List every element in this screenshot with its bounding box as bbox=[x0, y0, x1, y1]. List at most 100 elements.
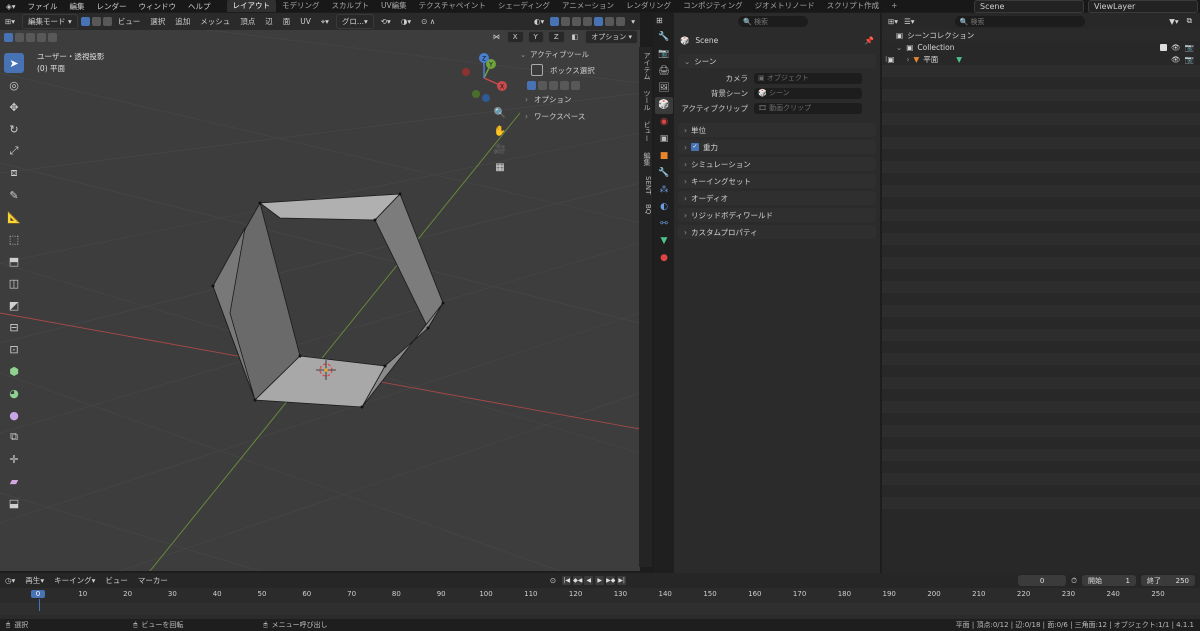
menu-uv[interactable]: UV bbox=[295, 17, 316, 26]
mode-subtract-icon[interactable] bbox=[549, 80, 558, 90]
mirror-x[interactable]: X bbox=[506, 31, 524, 43]
object-row[interactable]: ⁝▣ › ▼ 平面 ▼ 👁 📷 bbox=[882, 53, 1200, 65]
world-props-icon[interactable]: ◉ bbox=[660, 114, 668, 131]
collection-row[interactable]: ⌄ ▣ Collection 👁 📷 bbox=[882, 41, 1200, 53]
collection-render-icon[interactable]: 📷 bbox=[1185, 43, 1194, 52]
scale-tool-icon[interactable]: ⤢ bbox=[4, 141, 24, 161]
units-panel[interactable]: › 単位 bbox=[678, 123, 876, 137]
properties-search[interactable]: 🔍 検索 bbox=[738, 15, 808, 27]
knife-tool-icon[interactable]: ⊡ bbox=[4, 339, 24, 359]
keying-set-panel[interactable]: › キーイングセット bbox=[678, 174, 876, 188]
3d-viewport[interactable]: ⊞▾ 編集モード ▾ ビュー 選択 追加 メッシュ 頂点 辺 面 UV ⌖▾ グ… bbox=[0, 13, 640, 571]
gizmo-toggle-icon[interactable] bbox=[550, 17, 560, 26]
pan-hand-icon[interactable]: ✋ bbox=[493, 123, 507, 141]
scene-collection-row[interactable]: ▣ シーンコレクション bbox=[882, 29, 1200, 41]
npanel-workspace-header[interactable]: › ワークスペース bbox=[520, 108, 640, 125]
axes-icon[interactable]: ⌖▾ bbox=[316, 17, 334, 27]
menu-marker[interactable]: マーカー bbox=[133, 575, 173, 586]
spin-tool-icon[interactable]: ◕ bbox=[4, 383, 24, 403]
physics-props-icon[interactable]: ◐ bbox=[660, 199, 668, 216]
mode-selector[interactable]: 編集モード ▾ bbox=[22, 14, 78, 29]
modifier-props-icon[interactable]: 🔧 bbox=[658, 165, 669, 182]
perspective-grid-icon[interactable]: ▦ bbox=[493, 159, 507, 177]
select-mode-edge-icon[interactable] bbox=[91, 17, 101, 26]
current-frame-field[interactable]: 0 bbox=[1018, 575, 1067, 586]
scene-selector[interactable]: Scene bbox=[974, 0, 1084, 13]
gravity-checkbox[interactable]: ✓ bbox=[691, 143, 699, 151]
menu-playback[interactable]: 再生▾ bbox=[20, 575, 49, 586]
options-dropdown[interactable]: オプション ▾ bbox=[585, 30, 638, 44]
audio-panel[interactable]: › オーディオ bbox=[678, 191, 876, 205]
tab-texture-paint[interactable]: テクスチャペイント bbox=[413, 0, 492, 12]
tab-tool[interactable]: ツール bbox=[639, 85, 652, 116]
bg-scene-field[interactable]: 🎲 シーン bbox=[754, 88, 862, 99]
select-intersect-icon[interactable] bbox=[48, 32, 57, 42]
menu-add[interactable]: 追加 bbox=[170, 16, 195, 27]
select-tool-icon[interactable]: ➤ bbox=[4, 53, 24, 73]
timeline-track[interactable] bbox=[0, 603, 1200, 615]
mode-invert-icon[interactable] bbox=[560, 80, 569, 90]
custom-props-panel[interactable]: › カスタムプロパティ bbox=[678, 225, 876, 239]
loopcut-tool-icon[interactable]: ⊟ bbox=[4, 317, 24, 337]
data-props-icon[interactable]: ▼ bbox=[661, 233, 668, 250]
mode-extend-icon[interactable] bbox=[538, 80, 547, 90]
object-render-icon[interactable]: 📷 bbox=[1185, 55, 1194, 64]
shading-rendered-icon[interactable] bbox=[616, 17, 626, 26]
overlay-toggle-icon[interactable] bbox=[561, 17, 571, 26]
output-props-icon[interactable]: 🖨 bbox=[658, 63, 669, 80]
select-box-icon[interactable] bbox=[4, 32, 13, 42]
outliner-search[interactable]: 🔍 検索 bbox=[954, 15, 1085, 27]
transform-orientation[interactable]: グロ...▾ bbox=[335, 14, 374, 29]
collection-props-icon[interactable]: ▣ bbox=[660, 131, 669, 148]
view-layer-props-icon[interactable]: 🖼 bbox=[658, 80, 669, 97]
tab-geometry-nodes[interactable]: ジオメトリノード bbox=[749, 0, 821, 12]
tab-shading[interactable]: シェーディング bbox=[492, 0, 556, 12]
rigidbody-world-panel[interactable]: › リジッドボディワールド bbox=[678, 208, 876, 222]
shading-options-icon[interactable]: ▾ bbox=[626, 17, 640, 26]
simulation-panel[interactable]: › シミュレーション bbox=[678, 157, 876, 171]
play-reverse-icon[interactable]: ◀ bbox=[584, 576, 594, 585]
select-invert-icon[interactable] bbox=[37, 32, 46, 42]
end-frame-field[interactable]: 終了 250 bbox=[1141, 575, 1195, 586]
menu-render[interactable]: レンダー bbox=[91, 1, 133, 12]
npanel-options-header[interactable]: › オプション bbox=[520, 91, 640, 108]
menu-edge[interactable]: 辺 bbox=[260, 16, 278, 27]
menu-keying[interactable]: キーイング▾ bbox=[49, 575, 100, 586]
rotate-tool-icon[interactable]: ↻ bbox=[4, 119, 24, 139]
tab-sculpt[interactable]: スカルプト bbox=[326, 0, 376, 12]
menu-help[interactable]: ヘルプ bbox=[182, 1, 217, 12]
inset-tool-icon[interactable]: ◫ bbox=[4, 273, 24, 293]
auto-merge-icon[interactable]: ◧ bbox=[567, 33, 584, 41]
object-visibility-icon[interactable]: 👁 bbox=[1171, 55, 1181, 64]
tab-sent[interactable]: SENT bbox=[639, 171, 652, 199]
menu-vertex[interactable]: 頂点 bbox=[235, 16, 260, 27]
tab-layout[interactable]: レイアウト bbox=[226, 0, 277, 12]
material-props-icon[interactable]: ● bbox=[660, 250, 668, 267]
tool-props-icon[interactable]: 🔧 bbox=[658, 29, 669, 46]
select-extend-icon[interactable] bbox=[15, 32, 24, 42]
bevel-tool-icon[interactable]: ◩ bbox=[4, 295, 24, 315]
display-mode-icon[interactable]: ☰▾ bbox=[904, 17, 915, 26]
shear-tool-icon[interactable]: ▰ bbox=[4, 471, 24, 491]
add-cube-tool-icon[interactable]: ⬚ bbox=[4, 229, 24, 249]
mode-intersect-icon[interactable] bbox=[571, 80, 580, 90]
tab-edit[interactable]: 編集 bbox=[639, 147, 652, 171]
add-workspace-button[interactable]: + bbox=[885, 0, 903, 12]
cursor-tool-icon[interactable]: ◎ bbox=[4, 75, 24, 95]
polybuild-tool-icon[interactable]: ⬢ bbox=[4, 361, 24, 381]
tab-rendering[interactable]: レンダリング bbox=[620, 0, 677, 12]
select-mode-face-icon[interactable] bbox=[102, 17, 112, 26]
tab-compositing[interactable]: コンポジティング bbox=[677, 0, 749, 12]
pin-icon[interactable]: 📌 bbox=[865, 36, 874, 45]
camera-view-icon[interactable]: 🎥 bbox=[493, 141, 507, 159]
box-select-row[interactable]: ボックス選択 bbox=[520, 61, 640, 79]
collection-exclude-checkbox[interactable] bbox=[1160, 43, 1168, 51]
tab-item[interactable]: アイテム bbox=[639, 47, 652, 85]
edge-slide-tool-icon[interactable]: ⧉ bbox=[4, 427, 24, 447]
tab-uv[interactable]: UV編集 bbox=[375, 0, 413, 12]
scene-panel-header[interactable]: ⌄ シーン bbox=[678, 54, 876, 68]
shading-material-icon[interactable] bbox=[605, 17, 615, 26]
transform-tool-icon[interactable]: ⧈ bbox=[4, 163, 24, 183]
preview-range-icon[interactable]: ⏱ bbox=[1066, 576, 1082, 586]
menu-edit[interactable]: 編集 bbox=[64, 1, 91, 12]
